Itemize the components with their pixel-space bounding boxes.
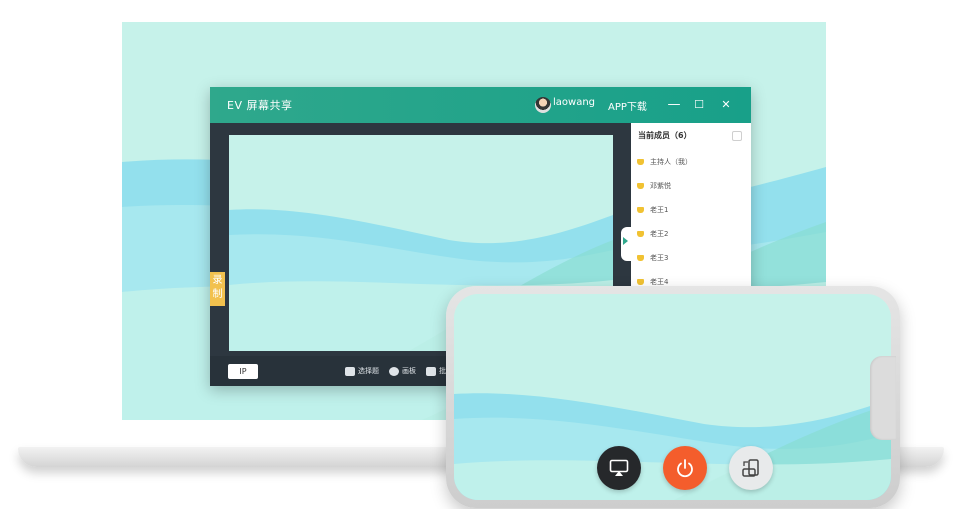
power-button[interactable] bbox=[663, 446, 707, 490]
edit-icon bbox=[345, 366, 355, 376]
app-download-link[interactable]: APP下载 bbox=[608, 98, 647, 113]
cast-button[interactable] bbox=[597, 446, 641, 490]
ip-button[interactable]: IP bbox=[228, 364, 258, 379]
user-avatar[interactable] bbox=[535, 97, 551, 113]
crown-icon bbox=[637, 183, 644, 189]
cast-icon bbox=[609, 459, 629, 476]
member-item[interactable]: 老王2 bbox=[637, 228, 668, 240]
rotate-screen-button[interactable] bbox=[729, 446, 773, 490]
member-item[interactable]: 老王3 bbox=[637, 252, 668, 264]
device-icon bbox=[637, 255, 644, 261]
device-icon bbox=[637, 231, 644, 237]
member-item[interactable]: 老王1 bbox=[637, 204, 668, 216]
member-item[interactable]: 主持人（我） bbox=[637, 156, 692, 168]
triangle-right-icon bbox=[623, 237, 628, 245]
palette-icon bbox=[389, 366, 399, 376]
rotate-screen-icon bbox=[742, 459, 759, 477]
minimize-button[interactable]: — bbox=[664, 95, 684, 115]
quiz-tool-button[interactable]: 选择题 bbox=[345, 364, 379, 378]
folder-icon bbox=[426, 366, 436, 376]
members-checkbox[interactable] bbox=[732, 131, 742, 141]
power-icon bbox=[677, 459, 693, 478]
whiteboard-tool-button[interactable]: 画板 bbox=[389, 364, 416, 378]
members-title: 当前成员（6） bbox=[638, 131, 692, 140]
phone-side-button bbox=[870, 356, 896, 440]
username-label[interactable]: laowang bbox=[553, 97, 595, 108]
crown-icon bbox=[637, 159, 644, 165]
record-tab[interactable]: 录制 bbox=[210, 272, 225, 306]
close-button[interactable]: ✕ bbox=[716, 95, 736, 115]
member-item[interactable]: 邓紫悦 bbox=[637, 180, 671, 192]
maximize-button[interactable]: ☐ bbox=[689, 95, 709, 115]
app-title: EV 屏幕共享 bbox=[227, 99, 293, 112]
title-bar: EV 屏幕共享 laowang APP下载 — ☐ ✕ bbox=[210, 87, 751, 123]
crown-icon bbox=[637, 279, 644, 285]
annotate-tool-button[interactable]: 批 bbox=[426, 364, 446, 378]
crown-icon bbox=[637, 207, 644, 213]
